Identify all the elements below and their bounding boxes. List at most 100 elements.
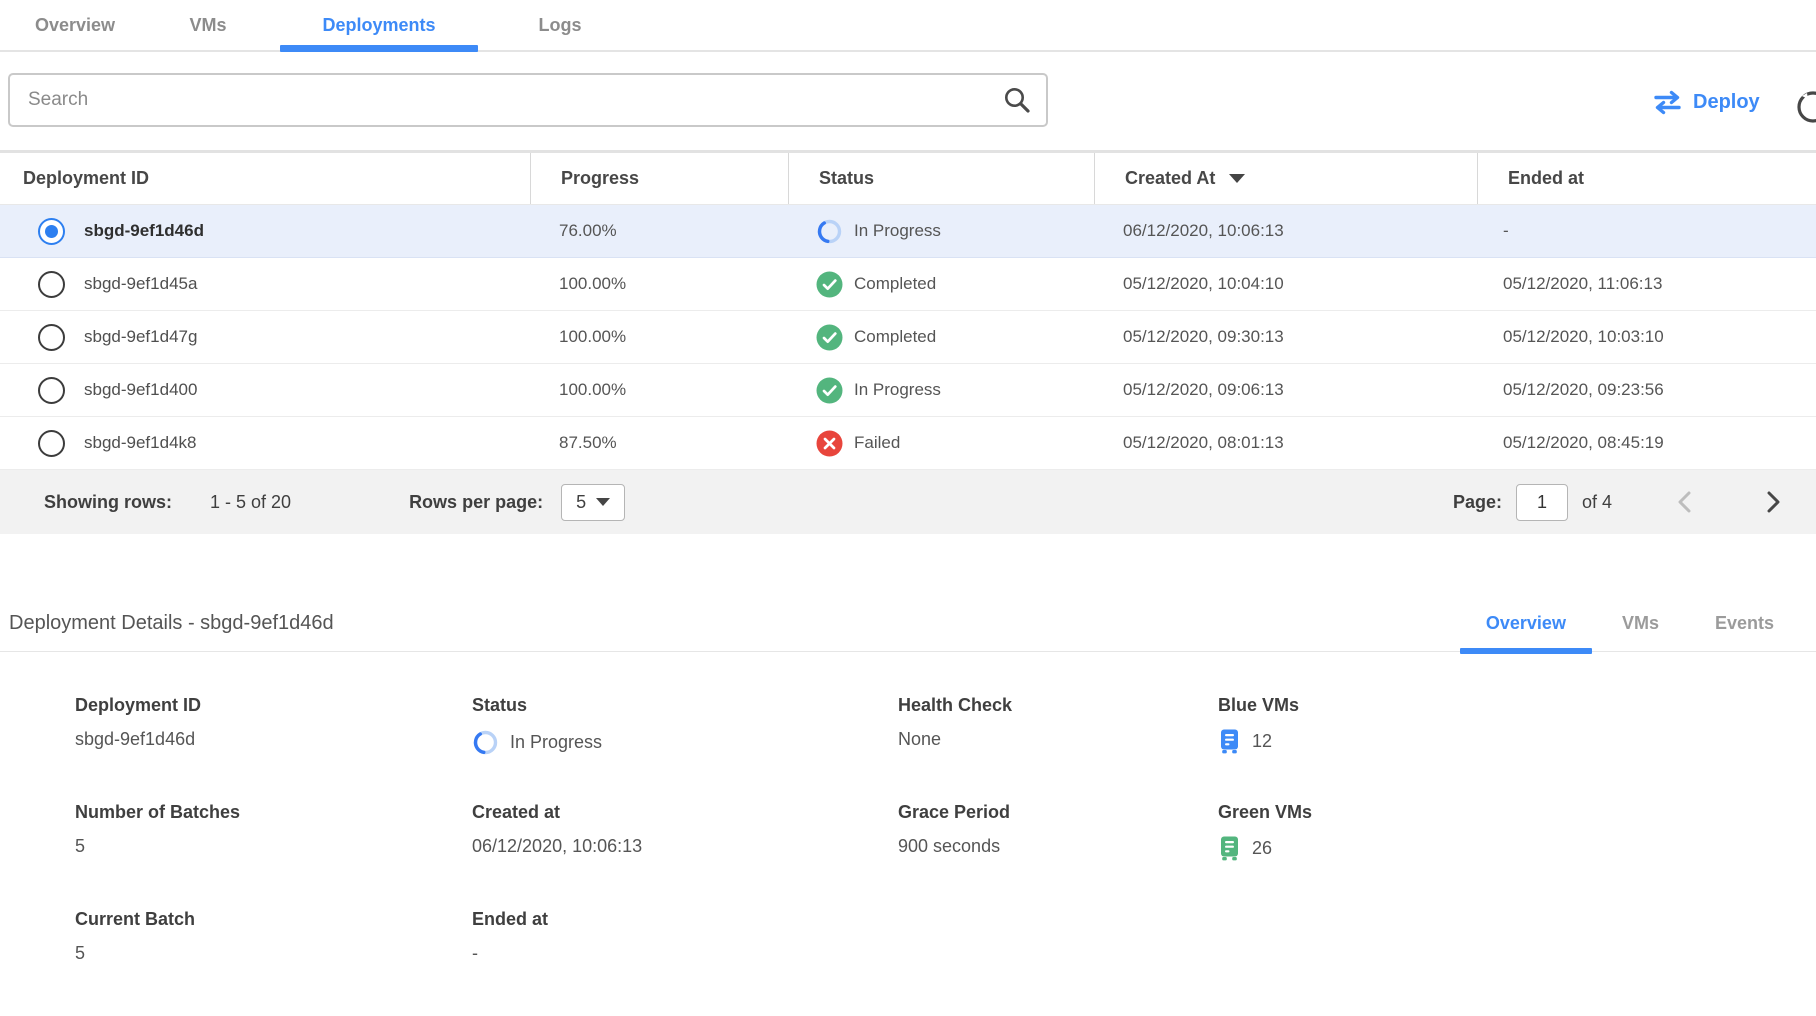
detail-value-text: 5 bbox=[75, 943, 85, 964]
created-at-cell: 05/12/2020, 09:30:13 bbox=[1094, 311, 1477, 363]
rows-per-page-value: 5 bbox=[576, 492, 586, 513]
detail-label: Current Batch bbox=[75, 909, 472, 930]
detail-field: Ended at- bbox=[472, 909, 898, 1016]
refresh-icon[interactable] bbox=[1794, 88, 1816, 126]
radio-dot bbox=[45, 225, 58, 238]
ended-at-cell: 05/12/2020, 08:45:19 bbox=[1477, 417, 1816, 469]
table-row[interactable]: sbgd-9ef1d45a100.00%Completed05/12/2020,… bbox=[0, 258, 1816, 311]
created-at-cell: 05/12/2020, 10:04:10 bbox=[1094, 258, 1477, 310]
table-row[interactable]: sbgd-9ef1d47g100.00%Completed05/12/2020,… bbox=[0, 311, 1816, 364]
deployment-details-header: Deployment Details - sbgd-9ef1d46d Overv… bbox=[0, 596, 1816, 652]
detail-field: Green VMs 26 bbox=[1218, 802, 1816, 909]
rows-per-page-label: Rows per page: bbox=[409, 492, 543, 513]
completed-check-icon bbox=[816, 324, 843, 351]
detail-field: Current Batch 5 bbox=[75, 909, 472, 1016]
status-cell: Completed bbox=[788, 311, 1094, 363]
deploy-button[interactable]: Deploy bbox=[1652, 86, 1760, 118]
vm-green-icon bbox=[1218, 836, 1241, 861]
showing-rows-label: Showing rows: bbox=[44, 492, 172, 513]
vm-blue-icon bbox=[1218, 729, 1241, 754]
page-tab-deployments[interactable]: Deployments bbox=[276, 0, 482, 50]
detail-value: 5 bbox=[75, 836, 472, 857]
deployment-id: sbgd-9ef1d400 bbox=[84, 380, 197, 400]
detail-value-text: 26 bbox=[1252, 838, 1272, 859]
status-label: In Progress bbox=[854, 221, 941, 241]
page-tab-overview[interactable]: Overview bbox=[10, 0, 140, 50]
detail-tabs: Overview VMs Events bbox=[1458, 596, 1802, 651]
page-tab-label: Deployments bbox=[322, 15, 435, 36]
created-at-cell: 06/12/2020, 10:06:13 bbox=[1094, 205, 1477, 257]
progress-cell: 100.00% bbox=[530, 258, 788, 310]
progress-cell: 100.00% bbox=[530, 311, 788, 363]
search-icon[interactable] bbox=[1002, 85, 1032, 115]
column-header-deployment-id[interactable]: Deployment ID bbox=[0, 153, 530, 204]
table-row[interactable]: sbgd-9ef1d46d76.00%In Progress06/12/2020… bbox=[0, 205, 1816, 258]
deployment-id-cell: sbgd-9ef1d46d bbox=[0, 205, 530, 257]
detail-tab-overview[interactable]: Overview bbox=[1458, 596, 1594, 651]
column-header-created-at[interactable]: Created At bbox=[1094, 153, 1477, 204]
table-footer: Showing rows: 1 - 5 of 20 Rows per page:… bbox=[0, 470, 1816, 534]
detail-value-text: In Progress bbox=[510, 732, 602, 753]
deployments-table: Deployment ID Progress Status Created At… bbox=[0, 150, 1816, 534]
status-label: In Progress bbox=[854, 380, 941, 400]
column-header-ended-at[interactable]: Ended at bbox=[1477, 153, 1816, 204]
detail-tab-events[interactable]: Events bbox=[1687, 596, 1802, 651]
page-tab-logs[interactable]: Logs bbox=[502, 0, 618, 50]
deployment-id-cell: sbgd-9ef1d4k8 bbox=[0, 417, 530, 469]
detail-label: Health Check bbox=[898, 695, 1218, 716]
page-number-input[interactable] bbox=[1516, 484, 1568, 521]
completed-check-icon bbox=[816, 377, 843, 404]
dropdown-caret-icon bbox=[596, 498, 610, 506]
deployment-id: sbgd-9ef1d45a bbox=[84, 274, 197, 294]
deployment-id-cell: sbgd-9ef1d47g bbox=[0, 311, 530, 363]
completed-check-icon bbox=[816, 271, 843, 298]
status-cell: In Progress bbox=[788, 364, 1094, 416]
detail-value-text: 06/12/2020, 10:06:13 bbox=[472, 836, 642, 857]
search-box bbox=[8, 73, 1048, 127]
radio-unselected-icon[interactable] bbox=[38, 324, 65, 351]
page-tab-label: Overview bbox=[35, 15, 115, 36]
page-tab-label: Logs bbox=[539, 15, 582, 36]
ended-at-cell: - bbox=[1477, 205, 1816, 257]
status-label: Failed bbox=[854, 433, 900, 453]
deployment-id: sbgd-9ef1d4k8 bbox=[84, 433, 196, 453]
column-header-progress[interactable]: Progress bbox=[530, 153, 788, 204]
search-input[interactable] bbox=[10, 75, 1002, 125]
radio-unselected-icon[interactable] bbox=[38, 271, 65, 298]
radio-unselected-icon[interactable] bbox=[38, 377, 65, 404]
table-row[interactable]: sbgd-9ef1d400100.00%In Progress05/12/202… bbox=[0, 364, 1816, 417]
chevron-right-icon[interactable] bbox=[1766, 490, 1782, 514]
detail-value-text: None bbox=[898, 729, 941, 750]
page-tab-label: VMs bbox=[189, 15, 226, 36]
radio-dot bbox=[45, 278, 58, 291]
showing-rows-value: 1 - 5 of 20 bbox=[210, 492, 291, 513]
table-body: sbgd-9ef1d46d76.00%In Progress06/12/2020… bbox=[0, 205, 1816, 470]
page-tab-vms[interactable]: VMs bbox=[160, 0, 256, 50]
detail-value: In Progress bbox=[472, 729, 898, 756]
rows-per-page-select[interactable]: 5 bbox=[561, 484, 625, 521]
table-row[interactable]: sbgd-9ef1d4k887.50%Failed05/12/2020, 08:… bbox=[0, 417, 1816, 470]
page-label: Page: bbox=[1453, 492, 1502, 513]
detail-value: 26 bbox=[1218, 836, 1816, 861]
detail-value-text: 5 bbox=[75, 836, 85, 857]
chevron-left-icon[interactable] bbox=[1676, 490, 1692, 514]
pagination: Page: of 4 bbox=[1453, 484, 1782, 521]
detail-value: - bbox=[472, 943, 898, 964]
radio-dot bbox=[45, 437, 58, 450]
detail-tab-label: Events bbox=[1715, 613, 1774, 634]
radio-unselected-icon[interactable] bbox=[38, 430, 65, 457]
detail-label: Status bbox=[472, 695, 898, 716]
detail-label: Deployment ID bbox=[75, 695, 472, 716]
radio-dot bbox=[45, 331, 58, 344]
detail-value-text: 900 seconds bbox=[898, 836, 1000, 857]
column-header-status[interactable]: Status bbox=[788, 153, 1094, 204]
detail-tab-label: VMs bbox=[1622, 613, 1659, 634]
status-cell: In Progress bbox=[788, 205, 1094, 257]
deployment-id: sbgd-9ef1d46d bbox=[84, 221, 204, 241]
detail-tab-vms[interactable]: VMs bbox=[1594, 596, 1687, 651]
deployment-details-title: Deployment Details - sbgd-9ef1d46d bbox=[9, 612, 334, 635]
in-progress-spinner-icon bbox=[816, 218, 843, 245]
deployment-id-cell: sbgd-9ef1d400 bbox=[0, 364, 530, 416]
detail-label: Green VMs bbox=[1218, 802, 1816, 823]
radio-selected-icon[interactable] bbox=[38, 218, 65, 245]
